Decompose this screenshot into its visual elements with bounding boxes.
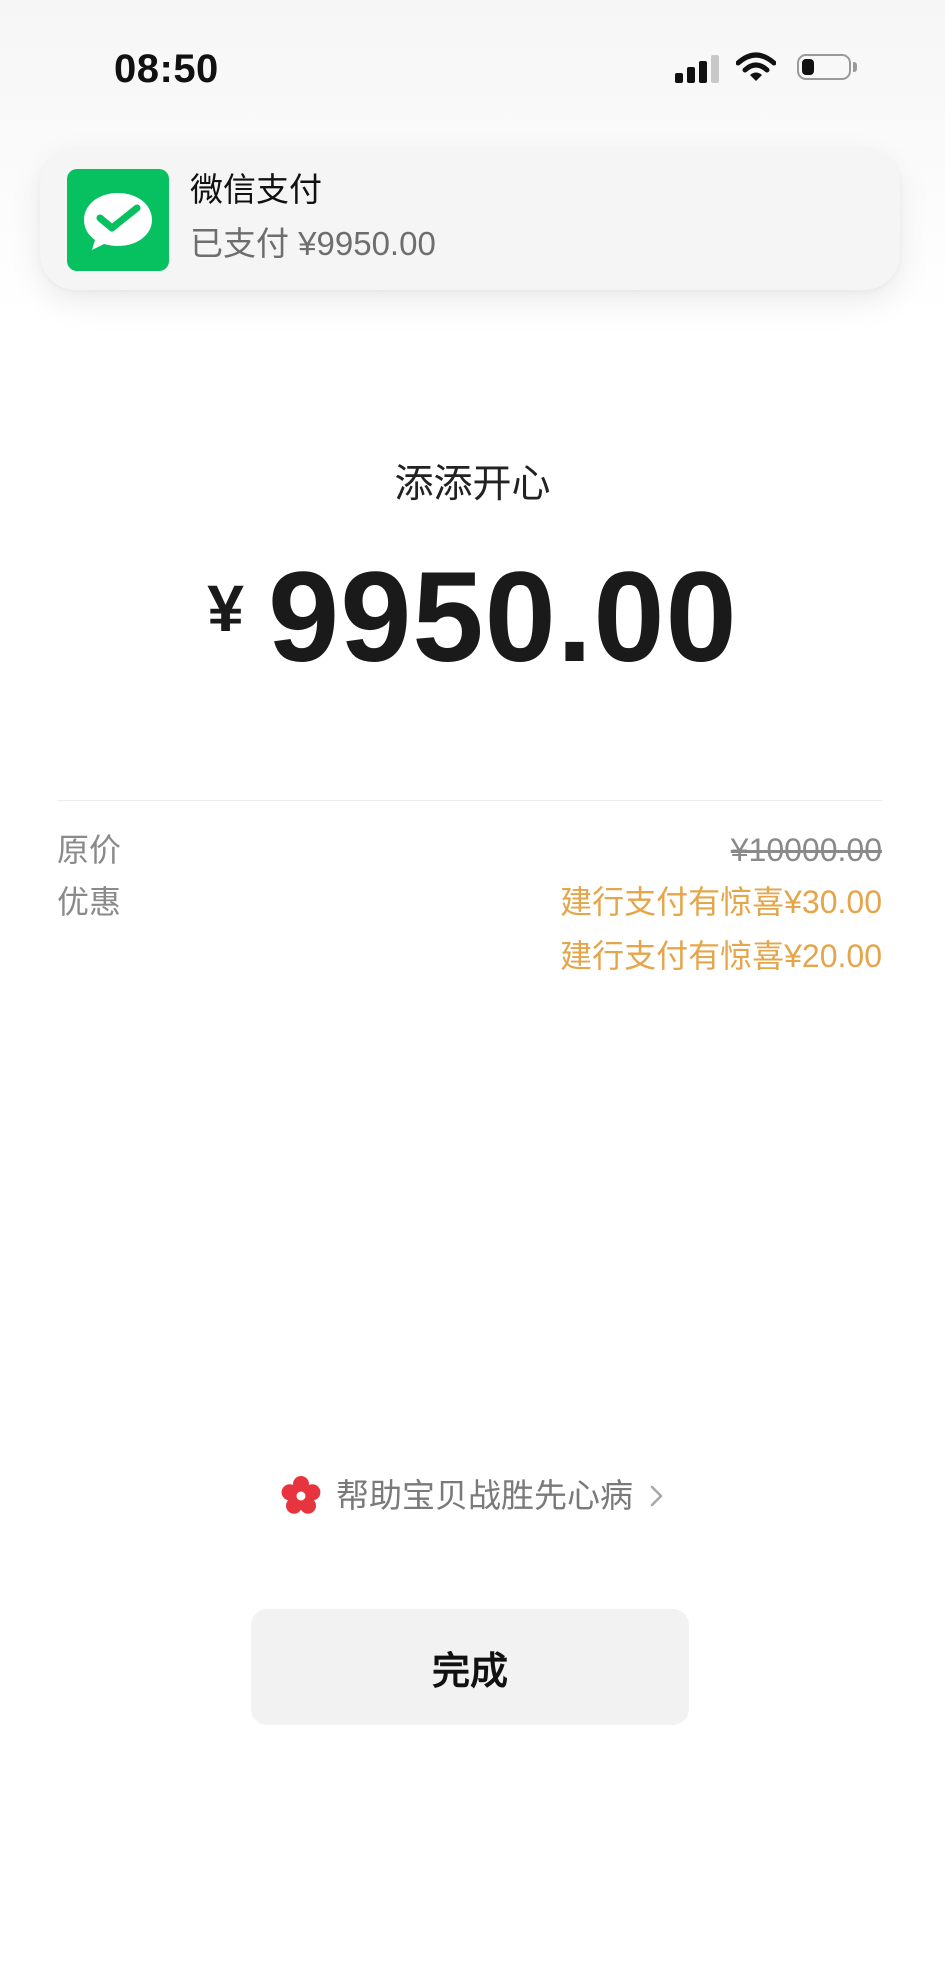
cellular-signal-icon: [675, 55, 721, 83]
done-button[interactable]: 完成: [251, 1609, 689, 1725]
charity-link[interactable]: 帮助宝贝战胜先心病: [0, 1474, 945, 1518]
original-price-label: 原价: [57, 832, 122, 868]
chevron-right-icon: [649, 1483, 665, 1509]
battery-icon: [797, 54, 861, 84]
divider: [57, 800, 882, 801]
currency-symbol: ¥: [207, 571, 245, 645]
amount-display: ¥ 9950.00: [0, 548, 945, 688]
wechat-pay-icon: [67, 169, 169, 271]
battery-level-fill: [802, 59, 814, 75]
merchant-name: 添添开心: [394, 463, 551, 506]
discount-item: 建行支付有惊喜¥30.00: [560, 884, 882, 920]
notification-title: 微信支付: [190, 171, 322, 208]
charity-label: 帮助宝贝战胜先心病: [336, 1477, 633, 1514]
notification-message: 已支付 ¥9950.00: [190, 225, 436, 262]
discount-label: 优惠: [57, 884, 122, 920]
original-price-value: ¥10000.00: [730, 832, 882, 868]
status-time: 08:50: [114, 47, 219, 91]
payment-notification[interactable]: 微信支付 已支付 ¥9950.00: [40, 148, 900, 290]
discount-item: 建行支付有惊喜¥20.00: [560, 938, 882, 974]
paid-amount: 9950.00: [268, 546, 738, 689]
wifi-icon: [735, 52, 777, 84]
flower-icon: [280, 1475, 322, 1517]
